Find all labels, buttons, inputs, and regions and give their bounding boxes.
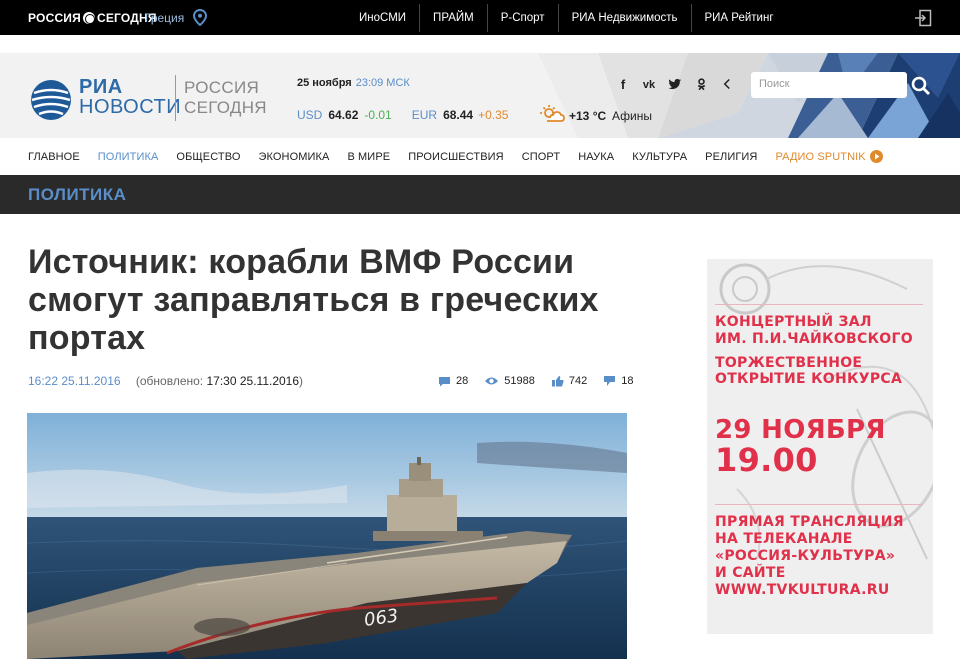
publish-date: 25.11.2016 bbox=[61, 374, 121, 388]
updated-info: (обновлено: 17:30 25.11.2016) bbox=[136, 374, 303, 388]
currency-rates[interactable]: USD 64.62 -0.01 EUR 68.44 +0.35 bbox=[297, 108, 508, 122]
article-photo-aircraft-carrier[interactable]: 063 bbox=[27, 413, 627, 659]
date-text: 25 ноября bbox=[297, 77, 352, 89]
repost-icon bbox=[604, 376, 616, 386]
logo-rossiya-text: РОССИЯ bbox=[184, 78, 260, 97]
globe-icon bbox=[82, 12, 95, 24]
views-count: 51988 bbox=[504, 375, 535, 387]
link-rsport[interactable]: Р-Спорт bbox=[486, 3, 558, 32]
usd-change: -0.01 bbox=[364, 108, 392, 122]
ad-time: 19.00 bbox=[715, 441, 818, 479]
nav-item-politics[interactable]: ПОЛИТИКА bbox=[98, 151, 159, 163]
views-stat: 51988 bbox=[484, 375, 535, 387]
usd-label: USD bbox=[297, 108, 323, 122]
reposts-stat[interactable]: 18 bbox=[603, 375, 633, 387]
link-prime[interactable]: ПРАЙМ bbox=[419, 3, 487, 32]
login-icon[interactable] bbox=[914, 9, 932, 27]
ad-line-10: И САЙТЕ bbox=[715, 565, 786, 581]
location-pin-icon[interactable] bbox=[193, 9, 207, 26]
nav-item-radio-sputnik[interactable]: РАДИО SPUTNIK bbox=[775, 151, 865, 163]
region-selector[interactable]: Греция bbox=[145, 11, 184, 25]
nav-item-main[interactable]: ГЛАВНОЕ bbox=[28, 151, 80, 163]
reposts-count: 18 bbox=[621, 375, 634, 387]
nav-item-incidents[interactable]: ПРОИСШЕСТВИЯ bbox=[408, 151, 504, 163]
nav-item-science[interactable]: НАУКА bbox=[578, 151, 614, 163]
share-chevron-icon[interactable] bbox=[719, 77, 735, 93]
updated-value: 17:30 25.11.2016 bbox=[206, 374, 300, 388]
comments-count: 28 bbox=[456, 375, 469, 387]
article-headline: Источник: корабли ВМФ России смогут запр… bbox=[28, 243, 599, 357]
comment-icon bbox=[439, 376, 450, 386]
logo-left-text: РОССИЯ bbox=[28, 11, 81, 25]
weather-city[interactable]: Афины bbox=[612, 109, 652, 123]
odnoklassniki-icon[interactable] bbox=[693, 77, 709, 93]
ad-date: 29 НОЯБРЯ bbox=[715, 415, 886, 445]
nav-item-society[interactable]: ОБЩЕСТВО bbox=[176, 151, 240, 163]
search-icon[interactable] bbox=[911, 76, 931, 96]
publish-time: 16:22 bbox=[28, 374, 59, 388]
link-ria-rating[interactable]: РИА Рейтинг bbox=[690, 3, 787, 32]
ad-line-8: НА ТЕЛЕКАНАЛЕ bbox=[715, 531, 853, 547]
eur-change: +0.35 bbox=[478, 108, 509, 122]
likes-count: 742 bbox=[568, 375, 588, 387]
nav-item-sport[interactable]: СПОРТ bbox=[522, 151, 560, 163]
eur-label: EUR bbox=[411, 108, 438, 122]
link-inosmi[interactable]: ИноСМИ bbox=[346, 4, 419, 32]
search-input[interactable]: Поиск bbox=[751, 72, 907, 98]
updated-label: (обновлено: bbox=[135, 374, 204, 388]
article-meta: 16:22 25.11.2016 (обновлено: 17:30 25.11… bbox=[28, 374, 303, 388]
usd-value: 64.62 bbox=[328, 108, 359, 122]
main-navigation: ГЛАВНОЕ ПОЛИТИКА ОБЩЕСТВО ЭКОНОМИКА В МИ… bbox=[0, 144, 960, 169]
ad-line-1: КОНЦЕРТНЫЙ ЗАЛ bbox=[715, 314, 872, 330]
nav-item-culture[interactable]: КУЛЬТУРА bbox=[632, 151, 687, 163]
nav-item-religion[interactable]: РЕЛИГИЯ bbox=[705, 151, 757, 163]
vk-icon[interactable]: vk bbox=[641, 77, 657, 93]
ad-website-link[interactable]: WWW.TVKULTURA.RU bbox=[715, 582, 890, 598]
ria-novosti-logo[interactable]: РИА НОВОСТИ РОССИЯ СЕГОДНЯ bbox=[30, 75, 267, 123]
ad-line-4: ОТКРЫТИЕ КОНКУРСА bbox=[715, 371, 903, 387]
thumbs-up-icon bbox=[551, 376, 564, 387]
link-ria-realty[interactable]: РИА Недвижимость bbox=[557, 3, 691, 32]
logo-segodnya-text: СЕГОДНЯ bbox=[184, 98, 267, 117]
site-header: РИА НОВОСТИ РОССИЯ СЕГОДНЯ 25 ноября 23:0… bbox=[0, 53, 960, 138]
ria-globe-icon bbox=[31, 80, 71, 120]
ad-line-7: ПРЯМАЯ ТРАНСЛЯЦИЯ bbox=[715, 514, 904, 530]
time-text: 23:09 МСК bbox=[355, 77, 410, 89]
facebook-icon[interactable]: f bbox=[615, 77, 631, 93]
nav-item-economy[interactable]: ЭКОНОМИКА bbox=[258, 151, 329, 163]
social-links: f vk bbox=[615, 77, 735, 93]
partly-cloudy-icon[interactable] bbox=[539, 104, 565, 124]
twitter-icon[interactable] bbox=[667, 77, 683, 93]
eye-icon bbox=[485, 377, 499, 385]
section-header: ПОЛИТИКА bbox=[0, 175, 960, 214]
eur-value: 68.44 bbox=[443, 108, 474, 122]
play-icon[interactable] bbox=[869, 150, 883, 163]
logo-novosti-text: НОВОСТИ bbox=[79, 96, 182, 118]
partner-links: ИноСМИ ПРАЙМ Р-Спорт РИА Недвижимость РИ… bbox=[346, 0, 787, 35]
ad-line-9: «РОССИЯ-КУЛЬТУРА» bbox=[715, 548, 896, 564]
current-date: 25 ноября 23:09 МСК bbox=[297, 77, 410, 89]
weather-temperature: +13 °C bbox=[569, 109, 607, 123]
nav-item-world[interactable]: В МИРЕ bbox=[347, 151, 390, 163]
ad-line-3: ТОРЖЕСТВЕННОЕ bbox=[715, 355, 863, 371]
logo-divider bbox=[175, 75, 176, 121]
likes-stat[interactable]: 742 bbox=[551, 375, 587, 387]
article-stats: 28 51988 742 18 bbox=[438, 375, 633, 387]
comments-stat[interactable]: 28 bbox=[438, 375, 468, 387]
top-bar: РОССИЯ СЕГОДНЯ Греция ИноСМИ ПРАЙМ Р-Спор… bbox=[0, 0, 960, 35]
advertisement-banner[interactable]: КОНЦЕРТНЫЙ ЗАЛ ИМ. П.И.ЧАЙКОВСКОГО ТОРЖЕ… bbox=[707, 259, 933, 634]
updated-close: ) bbox=[299, 374, 304, 388]
rossiya-segodnya-logo[interactable]: РОССИЯ СЕГОДНЯ bbox=[28, 11, 157, 25]
ad-line-2: ИМ. П.И.ЧАЙКОВСКОГО bbox=[715, 331, 913, 347]
section-title[interactable]: ПОЛИТИКА bbox=[28, 185, 126, 205]
